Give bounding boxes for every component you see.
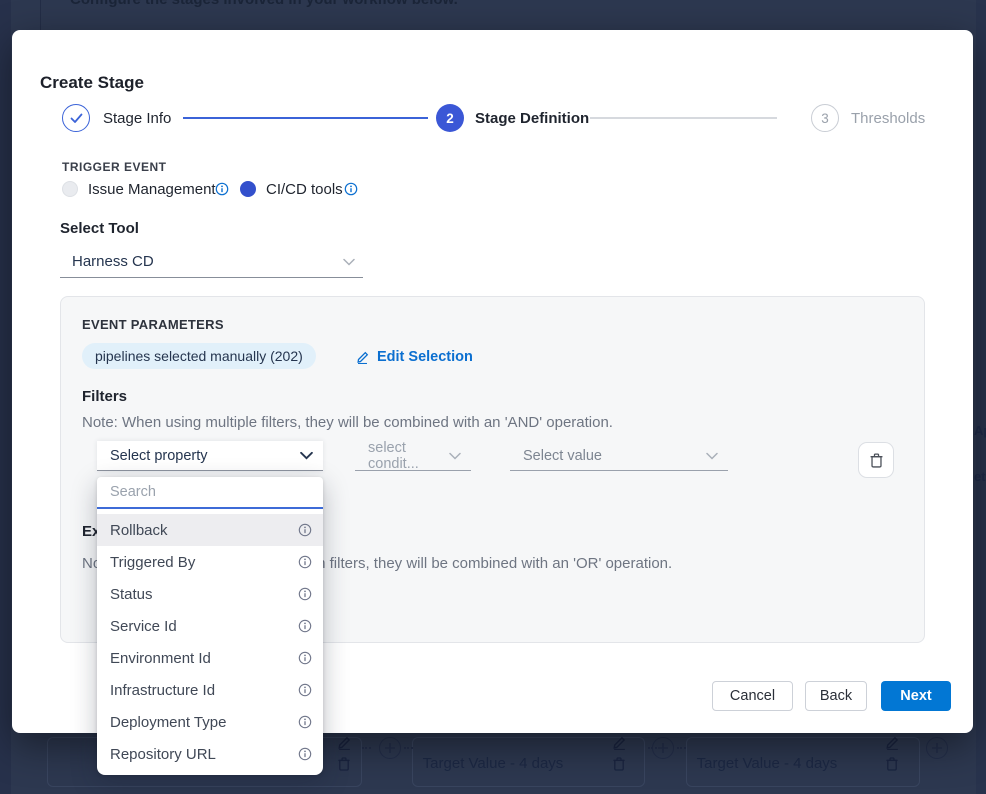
dropdown-item-label: Infrastructure Id (110, 682, 215, 699)
radio-label-cicd-tools: CI/CD tools (266, 181, 343, 198)
select-tool-label: Select Tool (60, 220, 139, 237)
background-divider (40, 0, 41, 30)
trash-icon (869, 452, 884, 468)
property-dropdown-menu: Rollback Triggered By Status Service Id … (97, 477, 323, 775)
info-icon[interactable] (215, 182, 229, 201)
edit-icon (885, 735, 900, 755)
info-icon[interactable] (298, 715, 312, 729)
edit-icon (337, 735, 352, 755)
dropdown-item-repository-url[interactable]: Repository URL (97, 738, 323, 770)
delete-filter-button[interactable] (858, 442, 894, 478)
edit-icon (612, 735, 627, 755)
dropdown-item-label: Rollback (110, 522, 168, 539)
modal-title: Create Stage (40, 73, 144, 93)
background-text-fragment: Ap (974, 423, 986, 438)
info-icon[interactable] (298, 619, 312, 633)
info-icon[interactable] (298, 555, 312, 569)
cancel-button[interactable]: Cancel (712, 681, 793, 711)
radio-issue-management[interactable] (62, 181, 78, 197)
dropdown-item-label: Service Id (110, 618, 177, 635)
filter-condition-placeholder: select condit... (368, 440, 449, 472)
event-parameters-title: EVENT PARAMETERS (82, 317, 224, 332)
info-icon[interactable] (298, 651, 312, 665)
dropdown-search[interactable] (97, 477, 323, 509)
connector-dash (404, 747, 413, 749)
edit-icon (356, 350, 370, 364)
trash-icon (337, 756, 351, 776)
chevron-down-icon (449, 452, 461, 460)
filter-property-select[interactable]: Select property (97, 441, 323, 471)
step-label-stage-definition: Stage Definition (475, 110, 589, 127)
select-tool-dropdown[interactable]: Harness CD (60, 246, 363, 278)
next-button[interactable]: Next (881, 681, 951, 711)
step-stage-info[interactable] (62, 104, 90, 132)
chevron-down-icon (343, 258, 355, 266)
filter-value-select[interactable]: Select value (510, 441, 728, 471)
step-label-stage-info: Stage Info (103, 110, 171, 127)
dropdown-item-infrastructure-id[interactable]: Infrastructure Id (97, 674, 323, 706)
radio-label-issue-management: Issue Management (88, 181, 216, 198)
trash-icon (885, 756, 899, 776)
trash-icon (612, 756, 626, 776)
check-icon (70, 113, 83, 124)
add-stage-icon (379, 737, 401, 759)
filters-title: Filters (82, 388, 127, 405)
dropdown-item-service-id[interactable]: Service Id (97, 610, 323, 642)
background-banner-text: Configure the stages involved in your wo… (70, 0, 458, 8)
dropdown-list: Rollback Triggered By Status Service Id … (97, 509, 323, 770)
info-icon[interactable] (298, 747, 312, 761)
edit-selection-label: Edit Selection (377, 349, 473, 365)
chevron-down-icon (706, 452, 718, 460)
step-stage-definition[interactable]: 2 (436, 104, 464, 132)
dropdown-item-label: Deployment Type (110, 714, 226, 731)
add-stage-icon (652, 737, 674, 759)
background-text-fragment: et (974, 469, 986, 484)
select-tool-value: Harness CD (72, 253, 154, 270)
dropdown-item-label: Status (110, 586, 153, 603)
background-sidebar (0, 0, 11, 794)
edit-selection-link[interactable]: Edit Selection (356, 345, 473, 369)
pipelines-selection-chip: pipelines selected manually (202) (82, 343, 316, 369)
dropdown-item-deployment-type[interactable]: Deployment Type (97, 706, 323, 738)
radio-cicd-tools[interactable] (240, 181, 256, 197)
screen: Configure the stages involved in your wo… (0, 0, 986, 794)
dropdown-item-label: Environment Id (110, 650, 211, 667)
dropdown-item-label: Triggered By (110, 554, 195, 571)
stepper-connector-upcoming (590, 117, 777, 119)
filters-note: Note: When using multiple filters, they … (82, 414, 613, 431)
background-right-panel (976, 0, 986, 794)
dropdown-item-rollback[interactable]: Rollback (97, 514, 323, 546)
connector-dash (362, 747, 371, 749)
add-stage-icon (926, 737, 948, 759)
info-icon[interactable] (344, 182, 358, 201)
trigger-event-label: TRIGGER EVENT (62, 160, 167, 174)
info-icon[interactable] (298, 587, 312, 601)
back-button[interactable]: Back (805, 681, 867, 711)
dropdown-item-triggered-by[interactable]: Triggered By (97, 546, 323, 578)
step-label-thresholds: Thresholds (851, 110, 925, 127)
filter-value-placeholder: Select value (523, 448, 602, 464)
background-card-label: Target Value - 4 days (697, 755, 838, 772)
search-input[interactable] (110, 484, 310, 500)
filter-condition-select[interactable]: select condit... (355, 441, 471, 471)
dropdown-item-status[interactable]: Status (97, 578, 323, 610)
chevron-down-icon (300, 451, 313, 460)
dropdown-item-label: Repository URL (110, 746, 216, 763)
connector-dash (677, 747, 686, 749)
info-icon[interactable] (298, 523, 312, 537)
dropdown-item-environment-id[interactable]: Environment Id (97, 642, 323, 674)
background-card-label: Target Value - 4 days (423, 755, 564, 772)
info-icon[interactable] (298, 683, 312, 697)
filter-property-placeholder: Select property (110, 448, 208, 464)
step-thresholds[interactable]: 3 (811, 104, 839, 132)
stepper-connector-completed (183, 117, 428, 119)
